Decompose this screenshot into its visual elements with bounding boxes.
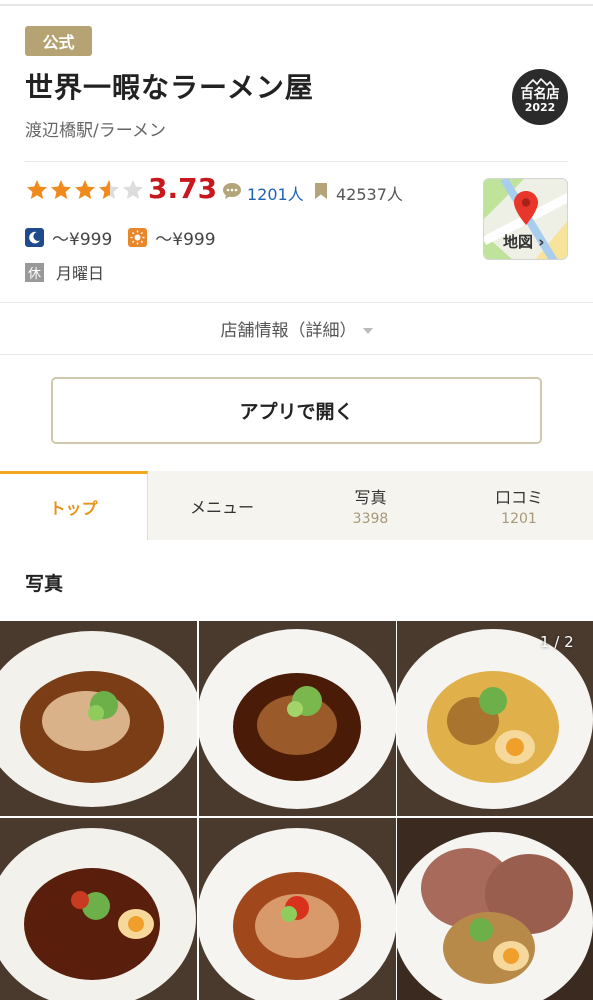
bookmark-count: 42537人 bbox=[336, 185, 403, 204]
shop-details-link[interactable]: 店舗情報（詳細） bbox=[0, 316, 593, 341]
star-icon bbox=[27, 180, 47, 199]
caret-down-icon bbox=[362, 328, 373, 334]
shop-details-label: 店舗情報（詳細） bbox=[220, 321, 357, 341]
official-badge: 公式 bbox=[25, 26, 92, 56]
photos-section-title: 写真 bbox=[25, 573, 64, 595]
review-count-link[interactable]: 1201人 bbox=[247, 181, 304, 205]
photo-pager: 1 / 2 bbox=[540, 633, 574, 651]
shop-name: 世界一暇なラーメン屋 bbox=[25, 71, 314, 104]
tab-label: 口コミ bbox=[494, 488, 543, 507]
photo-thumbnail[interactable] bbox=[0, 621, 197, 816]
sun-icon bbox=[128, 228, 148, 247]
hyakumeiten-award-badge: 百名店 2022 bbox=[512, 69, 568, 125]
tab-label: 写真 bbox=[354, 488, 387, 507]
ramen-photo bbox=[199, 818, 396, 1000]
tab-photos[interactable]: 写真 3398 bbox=[296, 471, 445, 540]
ramen-photo bbox=[199, 621, 396, 816]
speech-bubble-icon bbox=[223, 183, 241, 199]
photo-thumbnail[interactable] bbox=[199, 818, 396, 1000]
open-in-app-button[interactable]: アプリで開く bbox=[51, 377, 542, 444]
ramen-photo bbox=[0, 818, 197, 1000]
rating-score: 3.73 bbox=[148, 172, 218, 205]
star-icon bbox=[51, 180, 71, 199]
tab-count: 1201 bbox=[501, 511, 537, 527]
holiday-text: 月曜日 bbox=[56, 264, 105, 283]
photo-thumbnail[interactable] bbox=[199, 621, 396, 816]
dinner-price: ～¥999 bbox=[52, 230, 113, 250]
chevron-right-icon: › bbox=[538, 233, 545, 251]
tab-label: メニュー bbox=[189, 497, 254, 517]
bookmark-icon bbox=[315, 183, 327, 199]
price-row: ～¥999 ～¥999 bbox=[25, 225, 216, 250]
half-star-icon bbox=[99, 180, 119, 199]
star-icon bbox=[75, 180, 95, 199]
photo-thumbnail[interactable] bbox=[0, 818, 197, 1000]
holiday-icon: 休 bbox=[25, 262, 44, 282]
holiday-row: 休 月曜日 bbox=[25, 260, 104, 284]
lunch-price: ～¥999 bbox=[155, 230, 216, 250]
tab-count: 3398 bbox=[352, 511, 389, 527]
map-button[interactable]: 地図 › bbox=[483, 178, 568, 260]
tab-top[interactable]: トップ bbox=[0, 471, 148, 540]
moon-icon bbox=[25, 228, 44, 247]
station-genre: 渡辺橋駅/ラーメン bbox=[25, 121, 167, 141]
tab-menu[interactable]: メニュー bbox=[148, 471, 296, 540]
ramen-photo bbox=[397, 818, 593, 1000]
photo-grid bbox=[0, 621, 593, 1000]
top-divider bbox=[0, 4, 593, 6]
location-pin-icon bbox=[514, 191, 538, 225]
tab-reviews[interactable]: 口コミ 1201 bbox=[445, 471, 593, 540]
divider bbox=[25, 161, 568, 162]
ramen-photo bbox=[0, 621, 197, 816]
empty-star-icon bbox=[123, 180, 143, 199]
tab-bar: トップ メニュー 写真 3398 口コミ 1201 bbox=[0, 471, 593, 540]
award-name: 百名店 bbox=[520, 87, 560, 102]
divider bbox=[0, 302, 593, 303]
award-year: 2022 bbox=[524, 101, 556, 114]
map-label: 地図 › bbox=[503, 233, 545, 251]
photo-thumbnail[interactable] bbox=[397, 818, 593, 1000]
divider bbox=[0, 354, 593, 355]
star-rating bbox=[25, 178, 145, 202]
tab-label: トップ bbox=[49, 499, 98, 518]
